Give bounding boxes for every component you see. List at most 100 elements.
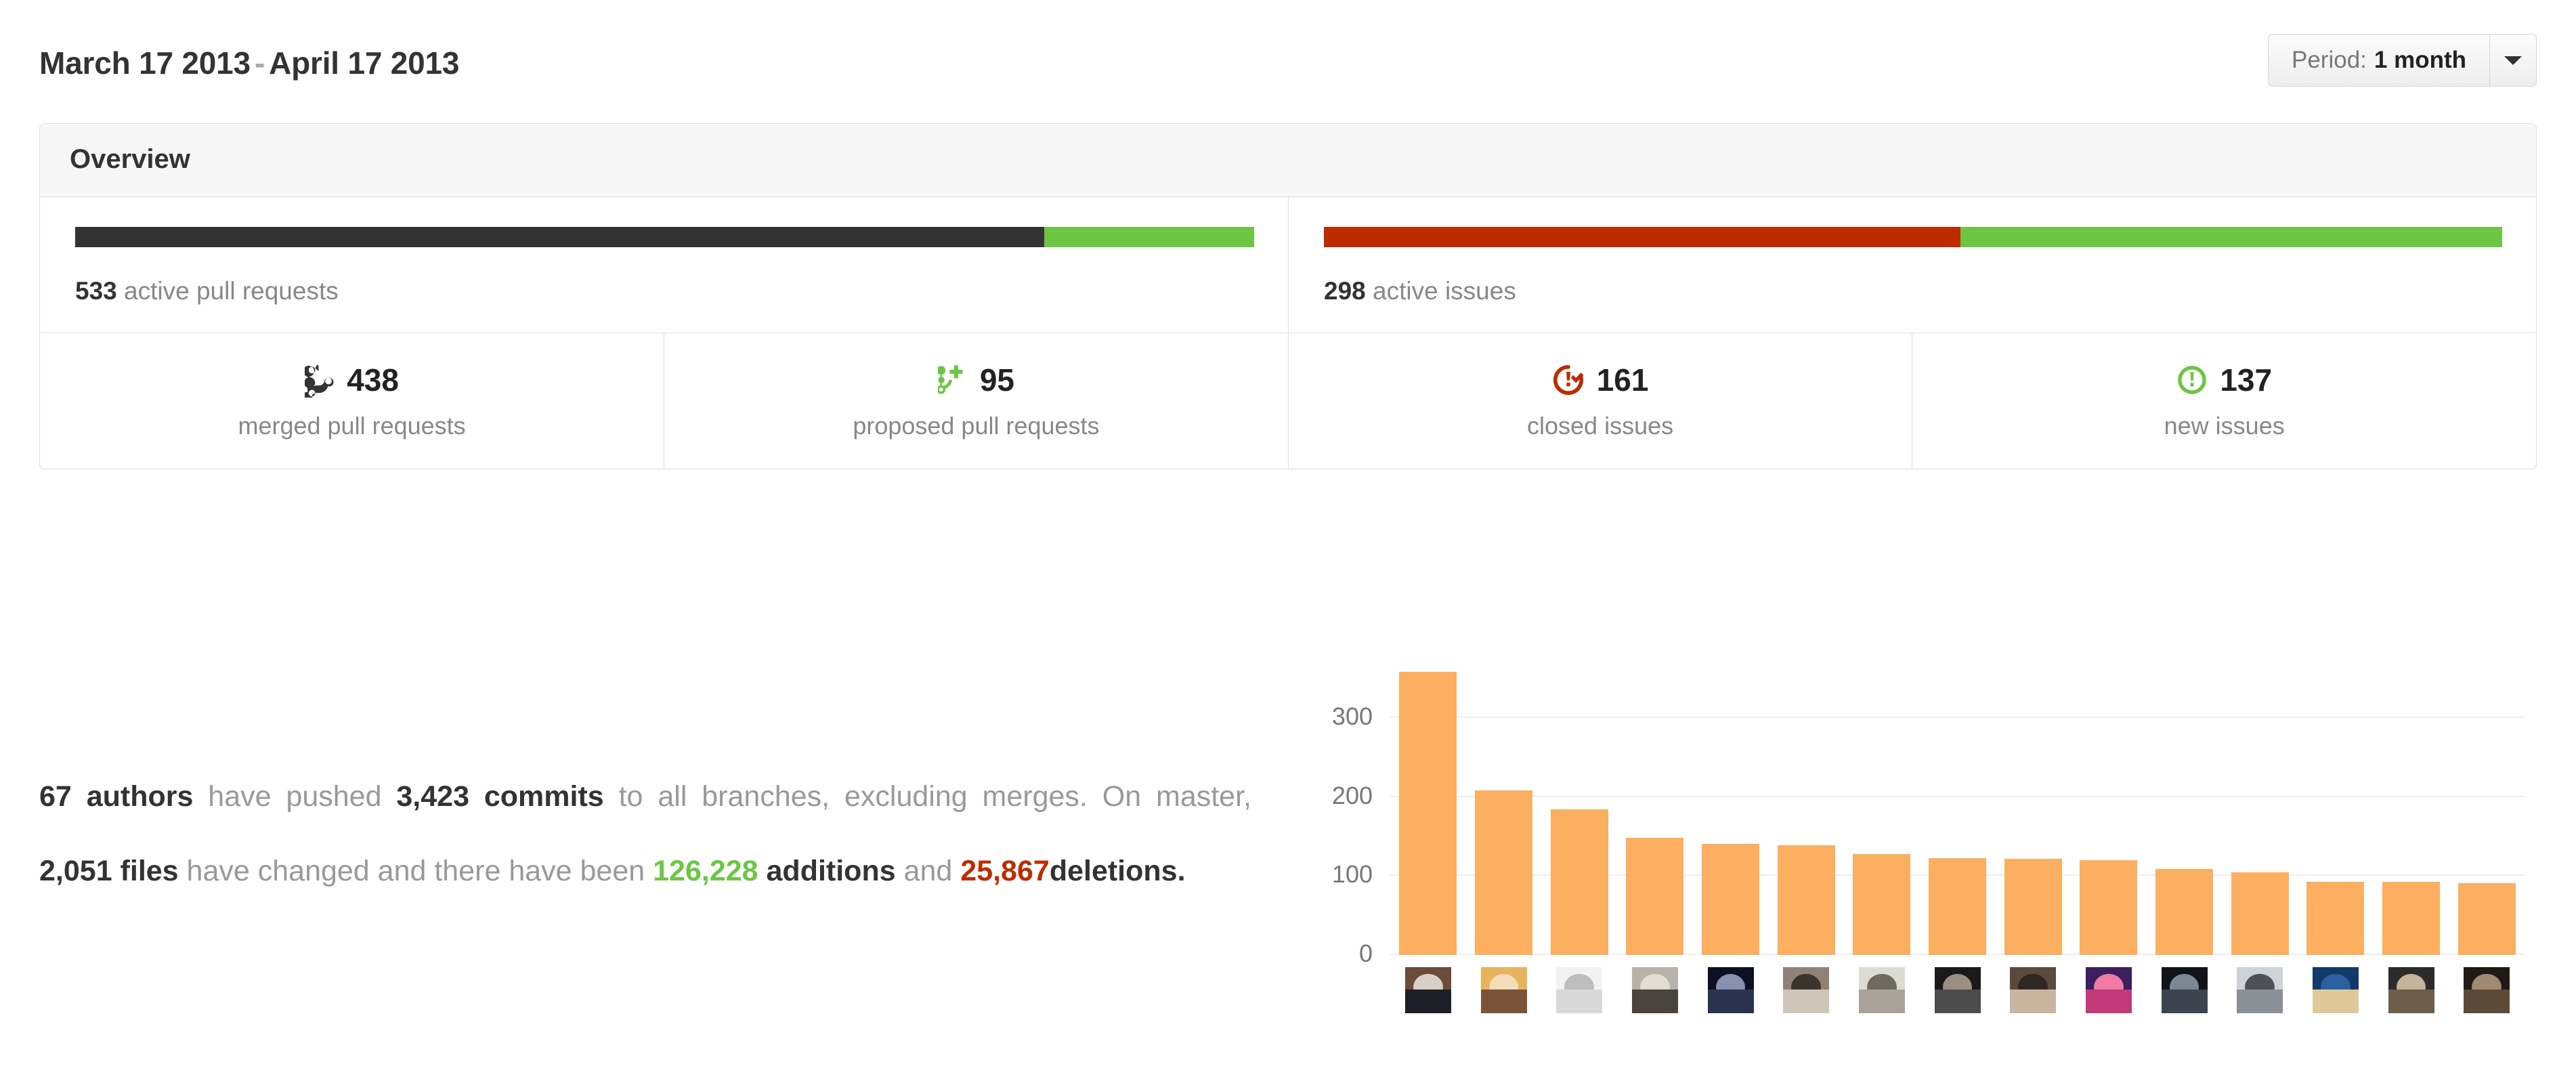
- avatar-foreground: [1858, 989, 1905, 1013]
- chart-bar-slot[interactable]: [1541, 671, 1617, 955]
- chart-bar-slot[interactable]: [1390, 671, 1466, 955]
- chart-bar[interactable]: [1929, 857, 1986, 955]
- author-avatar[interactable]: [1480, 967, 1527, 1013]
- period-button[interactable]: Period: 1 month: [2267, 34, 2489, 87]
- author-avatar-slot[interactable]: [1617, 967, 1693, 1013]
- chevron-down-icon: [2504, 56, 2522, 65]
- stat-proposed-pull-requests[interactable]: 95 proposed pull requests: [664, 333, 1288, 469]
- author-avatar-slot[interactable]: [1541, 967, 1617, 1013]
- chart-bar-slot[interactable]: [2071, 671, 2147, 955]
- avatar-foreground: [1934, 989, 1981, 1013]
- commit-summary-text: 67 authors have pushed 3,423 commits to …: [39, 759, 1251, 908]
- summary-deletions-count: 25,867: [960, 855, 1050, 887]
- stat-closed-value: 161: [1596, 362, 1649, 398]
- stat-closed-issues[interactable]: 161 closed issues: [1287, 333, 1912, 469]
- chart-bar[interactable]: [2306, 881, 2365, 955]
- chart-bar[interactable]: [2457, 882, 2516, 955]
- chart-bar[interactable]: [1777, 845, 1835, 955]
- author-avatar-slot[interactable]: [1844, 967, 1920, 1013]
- author-avatar[interactable]: [1404, 967, 1451, 1013]
- author-avatar-slot[interactable]: [2147, 967, 2223, 1013]
- active-issues-count: 298: [1324, 277, 1366, 305]
- avatar-foreground: [1480, 989, 1527, 1013]
- bar-segment-proposed: [1044, 227, 1254, 247]
- author-avatar[interactable]: [1707, 967, 1754, 1013]
- chart-bar[interactable]: [2382, 881, 2440, 955]
- author-avatars-row: [1390, 967, 2525, 1013]
- chart-bar-slot[interactable]: [1693, 671, 1769, 955]
- chart-bar[interactable]: [2231, 872, 2289, 955]
- author-avatar[interactable]: [2388, 967, 2434, 1013]
- author-avatar-slot[interactable]: [2374, 967, 2449, 1013]
- author-avatar[interactable]: [1556, 967, 1603, 1013]
- pull-requests-bar-block: 533 active pull requests: [40, 197, 1288, 333]
- author-avatar[interactable]: [2237, 967, 2283, 1013]
- author-avatar[interactable]: [1858, 967, 1905, 1013]
- avatar-foreground: [2464, 989, 2510, 1013]
- chart-bar-slot[interactable]: [2374, 671, 2449, 955]
- chart-bar-slot[interactable]: [1995, 671, 2071, 955]
- period-selector[interactable]: Period: 1 month: [2267, 34, 2537, 87]
- commits-per-author-chart: 0 100 200 300: [1289, 664, 2537, 1070]
- stat-merged-value: 438: [347, 362, 399, 398]
- chart-bar[interactable]: [1626, 838, 1684, 955]
- period-dropdown-button[interactable]: [2489, 34, 2537, 87]
- chart-bar[interactable]: [2155, 868, 2213, 955]
- author-avatar-slot[interactable]: [1920, 967, 1996, 1013]
- overview-title: Overview: [70, 144, 190, 174]
- git-merge-icon: [305, 362, 335, 398]
- author-avatar[interactable]: [1783, 967, 1830, 1013]
- summary-commits: 3,423 commits: [396, 780, 604, 813]
- stat-merged-pull-requests[interactable]: 438 merged pull requests: [40, 333, 664, 469]
- author-avatar-slot[interactable]: [2298, 967, 2374, 1013]
- period-label: Period:: [2291, 47, 2367, 73]
- chart-bars: [1390, 671, 2525, 955]
- chart-bar[interactable]: [2080, 860, 2138, 955]
- bar-segment-new: [1960, 227, 2502, 247]
- author-avatar[interactable]: [2312, 967, 2359, 1013]
- issues-progress-bar: [1324, 227, 2502, 247]
- chart-plot-area: 0 100 200 300: [1332, 671, 2525, 967]
- chart-bar-slot[interactable]: [2449, 671, 2525, 955]
- chart-bar[interactable]: [1550, 809, 1608, 955]
- stat-closed-top: 161: [1295, 360, 1906, 400]
- author-avatar[interactable]: [2161, 967, 2208, 1013]
- chart-bar[interactable]: [2004, 858, 2062, 955]
- chart-bar[interactable]: [1702, 843, 1759, 955]
- summary-additions-count: 126,228: [653, 855, 758, 887]
- author-avatar-slot[interactable]: [2071, 967, 2147, 1013]
- author-avatar-slot[interactable]: [1390, 967, 1466, 1013]
- stat-merged-top: 438: [47, 360, 657, 400]
- chart-bar-slot[interactable]: [1920, 671, 1996, 955]
- stat-merged-label: merged pull requests: [238, 412, 466, 440]
- chart-bar-slot[interactable]: [1617, 671, 1693, 955]
- author-avatar[interactable]: [2464, 967, 2510, 1013]
- author-avatar[interactable]: [2010, 967, 2057, 1013]
- chart-bar[interactable]: [1399, 672, 1457, 955]
- overview-stats-row: 438 merged pull requests 95 proposed pul…: [40, 333, 2536, 469]
- summary-deletions-word: deletions: [1049, 855, 1178, 887]
- stat-new-issues[interactable]: 137 new issues: [1912, 333, 2536, 469]
- author-avatar[interactable]: [2085, 967, 2132, 1013]
- chart-y-tick-label: 200: [1331, 781, 1373, 809]
- chart-bar-slot[interactable]: [2298, 671, 2374, 955]
- author-avatar-slot[interactable]: [1995, 967, 2071, 1013]
- author-avatar[interactable]: [1631, 967, 1678, 1013]
- chart-bar[interactable]: [1853, 853, 1911, 955]
- summary-authors: 67 authors: [39, 780, 194, 813]
- author-avatar-slot[interactable]: [2222, 967, 2298, 1013]
- chart-bar-slot[interactable]: [2147, 671, 2223, 955]
- chart-bar-slot[interactable]: [2222, 671, 2298, 955]
- chart-bar-slot[interactable]: [1466, 671, 1542, 955]
- author-avatar-slot[interactable]: [2449, 967, 2525, 1013]
- summary-additions-word: additions: [766, 855, 896, 887]
- issues-caption: 298 active issues: [1324, 277, 2502, 305]
- author-avatar-slot[interactable]: [1768, 967, 1844, 1013]
- chart-bar[interactable]: [1475, 790, 1532, 955]
- author-avatar-slot[interactable]: [1693, 967, 1769, 1013]
- stat-proposed-top: 95: [671, 360, 1281, 400]
- chart-bar-slot[interactable]: [1768, 671, 1844, 955]
- author-avatar[interactable]: [1934, 967, 1981, 1013]
- author-avatar-slot[interactable]: [1466, 967, 1542, 1013]
- chart-bar-slot[interactable]: [1844, 671, 1920, 955]
